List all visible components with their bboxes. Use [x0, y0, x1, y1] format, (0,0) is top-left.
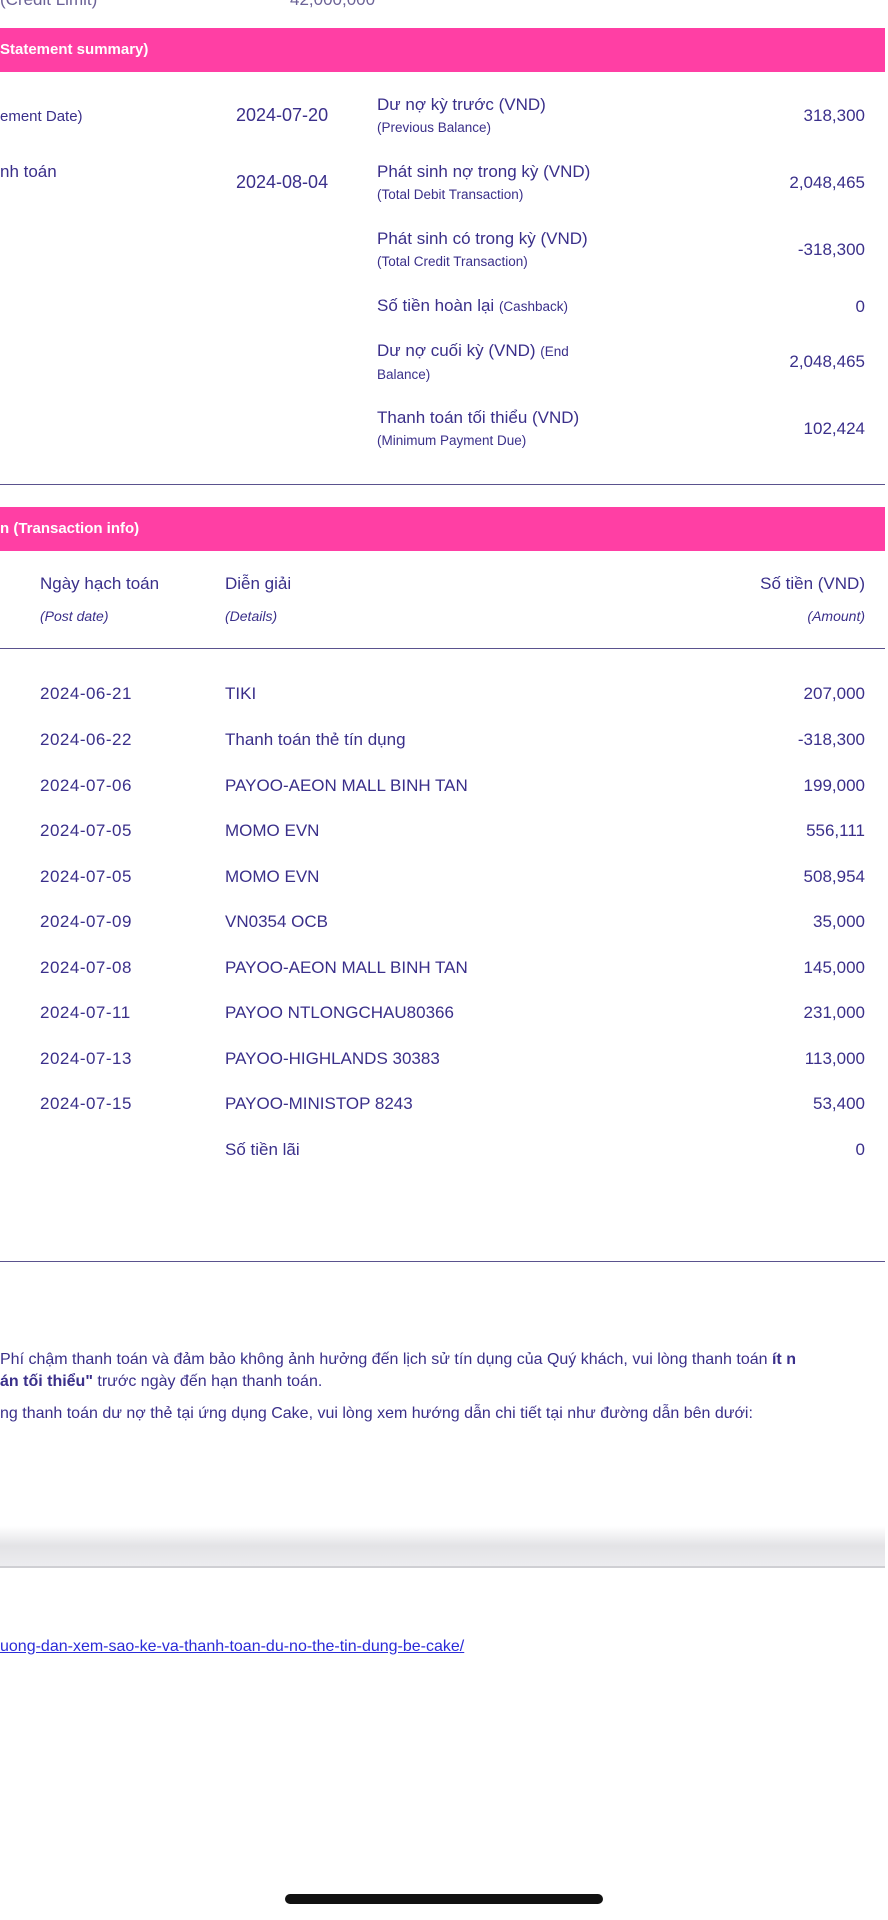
note-text: Phí chậm thanh toán và đảm bảo không ảnh… — [0, 1351, 772, 1368]
row-date: 2024-06-21 — [40, 684, 132, 703]
payment-guide-note: ng thanh toán dư nợ thẻ tại ứng dụng Cak… — [0, 1405, 753, 1422]
note-text: trước ngày đến hạn thanh toán. — [92, 1373, 323, 1390]
credit-limit-value: 42,000,000 — [290, 0, 375, 10]
table-header-divider — [0, 648, 885, 649]
table-row: 2024-07-09 VN0354 OCB 35,000 — [0, 912, 865, 936]
late-fee-note-line2: án tối thiểu" trước ngày đến hạn thanh t… — [0, 1371, 885, 1393]
note-bold: ít n — [771, 1351, 796, 1368]
summary-amount: 2,048,465 — [789, 173, 865, 192]
credit-limit-label: (Credit Limit) — [0, 0, 97, 9]
row-amount: 556,111 — [806, 821, 865, 840]
summary-subtitle: (Minimum Payment Due) — [377, 433, 527, 448]
row-date: 2024-07-05 — [40, 867, 132, 886]
row-date: 2024-07-05 — [40, 821, 132, 840]
summary-title: Dư nợ kỳ trước (VND) — [377, 95, 546, 114]
row-details: MOMO EVN — [225, 867, 320, 886]
statement-date-label: ement Date) — [0, 108, 83, 125]
row-details: PAYOO-AEON MALL BINH TAN — [225, 776, 468, 795]
row-details: TIKI — [225, 684, 257, 703]
col-header-amount-sub: (Amount) — [807, 608, 865, 624]
table-bottom-divider — [0, 1261, 885, 1262]
row-details: MOMO EVN — [225, 821, 320, 840]
summary-amount: 0 — [855, 297, 865, 316]
note-bold: án tối thiểu" — [0, 1373, 93, 1390]
table-row: 2024-06-22 Thanh toán thẻ tín dụng -318,30… — [0, 730, 865, 754]
table-row: 2024-07-05 MOMO EVN 556,111 — [0, 821, 865, 845]
col-header-date: Ngày hạch toán — [40, 574, 160, 593]
guide-link[interactable]: uong-dan-xem-sao-ke-va-thanh-toan-du-no-… — [0, 1638, 464, 1656]
row-date: 2024-07-11 — [40, 1003, 131, 1022]
row-amount: 35,000 — [813, 912, 865, 931]
summary-title: Dư nợ cuối kỳ (VND) — [377, 341, 536, 360]
summary-subtitle: (Total Credit Transaction) — [377, 254, 528, 269]
due-date-label: nh toán — [0, 162, 57, 181]
home-indicator[interactable] — [285, 1894, 603, 1904]
summary-amount: 318,300 — [803, 106, 865, 125]
divider-band — [0, 1526, 885, 1568]
row-details: PAYOO-HIGHLANDS 30383 — [225, 1049, 440, 1068]
summary-subtitle: (Cashback) — [498, 299, 568, 314]
col-header-amount: Số tiền (VND) — [760, 574, 865, 593]
row-details: Số tiền lãi — [225, 1140, 300, 1159]
summary-title: Số tiền hoàn lại — [377, 296, 495, 315]
col-header-details-sub: (Details) — [225, 608, 278, 624]
table-row: 2024-07-06 PAYOO-AEON MALL BINH TAN 199,00… — [0, 776, 865, 800]
row-date: 2024-07-08 — [40, 958, 132, 977]
summary-title: Thanh toán tối thiểu (VND) — [377, 408, 580, 427]
row-amount: -318,300 — [797, 730, 865, 749]
row-amount: 508,954 — [803, 867, 865, 886]
row-details: PAYOO NTLONGCHAU80366 — [225, 1003, 454, 1022]
row-date: 2024-07-09 — [40, 912, 132, 931]
summary-title: Phát sinh có trong kỳ (VND) — [377, 229, 588, 248]
row-date: 2024-06-22 — [40, 730, 132, 749]
statement-summary-bar: Statement summary) — [0, 28, 885, 72]
summary-amount: 2,048,465 — [789, 352, 865, 371]
col-header-date-sub: (Post date) — [40, 608, 109, 624]
row-amount: 113,000 — [804, 1049, 865, 1068]
summary-row-previous-balance: Dư nợ kỳ trước (VND) (Previous Balance) 3… — [377, 94, 865, 138]
late-fee-note-line1: Phí chậm thanh toán và đảm bảo không ảnh… — [0, 1349, 885, 1371]
summary-subtitle: (Previous Balance) — [377, 120, 492, 135]
row-date: 2024-07-06 — [40, 776, 132, 795]
row-date: 2024-07-13 — [40, 1049, 132, 1068]
statement-date-value: 2024-07-20 — [236, 105, 329, 125]
table-row: 2024-07-08 PAYOO-AEON MALL BINH TAN 145,00… — [0, 958, 865, 982]
summary-row-cashback: Số tiền hoàn lại (Cashback) 0 — [377, 295, 865, 319]
summary-title: Phát sinh nợ trong kỳ (VND) — [377, 162, 591, 181]
table-row: 2024-07-13 PAYOO-HIGHLANDS 30383 113,000 — [0, 1049, 865, 1073]
transaction-info-bar: n (Transaction info) — [0, 507, 885, 551]
summary-divider — [0, 484, 885, 485]
summary-row-minimum-payment: Thanh toán tối thiểu (VND) (Minimum Payme… — [377, 407, 865, 451]
row-details: VN0354 OCB — [225, 912, 328, 931]
due-date-value: 2024-08-04 — [236, 172, 329, 192]
row-amount: 0 — [855, 1140, 865, 1159]
row-date: 2024-07-15 — [40, 1094, 132, 1113]
row-amount: 207,000 — [803, 684, 865, 703]
row-amount: 199,000 — [803, 776, 865, 795]
row-amount: 145,000 — [803, 958, 865, 977]
summary-row-total-debit: Phát sinh nợ trong kỳ (VND) (Total Debit … — [377, 161, 865, 205]
table-row: 2024-07-15 PAYOO-MINISTOP 8243 53,400 — [0, 1094, 865, 1118]
row-details: PAYOO-AEON MALL BINH TAN — [225, 958, 468, 977]
table-row-interest: Số tiền lãi 0 — [0, 1140, 865, 1164]
summary-amount: 102,424 — [803, 419, 865, 438]
row-amount: 231,000 — [803, 1003, 865, 1022]
credit-limit-row: (Credit Limit) 42,000,000 — [0, 0, 375, 10]
table-row: 2024-07-05 MOMO EVN 508,954 — [0, 867, 865, 891]
row-amount: 53,400 — [813, 1094, 865, 1113]
summary-amount: -318,300 — [797, 240, 865, 259]
col-header-details: Diễn giải — [225, 574, 292, 593]
table-row: 2024-07-11 PAYOO NTLONGCHAU80366 231,000 — [0, 1003, 865, 1027]
row-details: PAYOO-MINISTOP 8243 — [225, 1094, 413, 1113]
row-details: Thanh toán thẻ tín dụng — [225, 730, 406, 749]
summary-row-total-credit: Phát sinh có trong kỳ (VND) (Total Credit… — [377, 228, 865, 272]
summary-subtitle: (Total Debit Transaction) — [377, 187, 524, 202]
summary-row-end-balance: Dư nợ cuối kỳ (VND) (End Balance) 2,048,… — [377, 340, 865, 384]
table-row: 2024-06-21 TIKI 207,000 — [0, 684, 865, 708]
